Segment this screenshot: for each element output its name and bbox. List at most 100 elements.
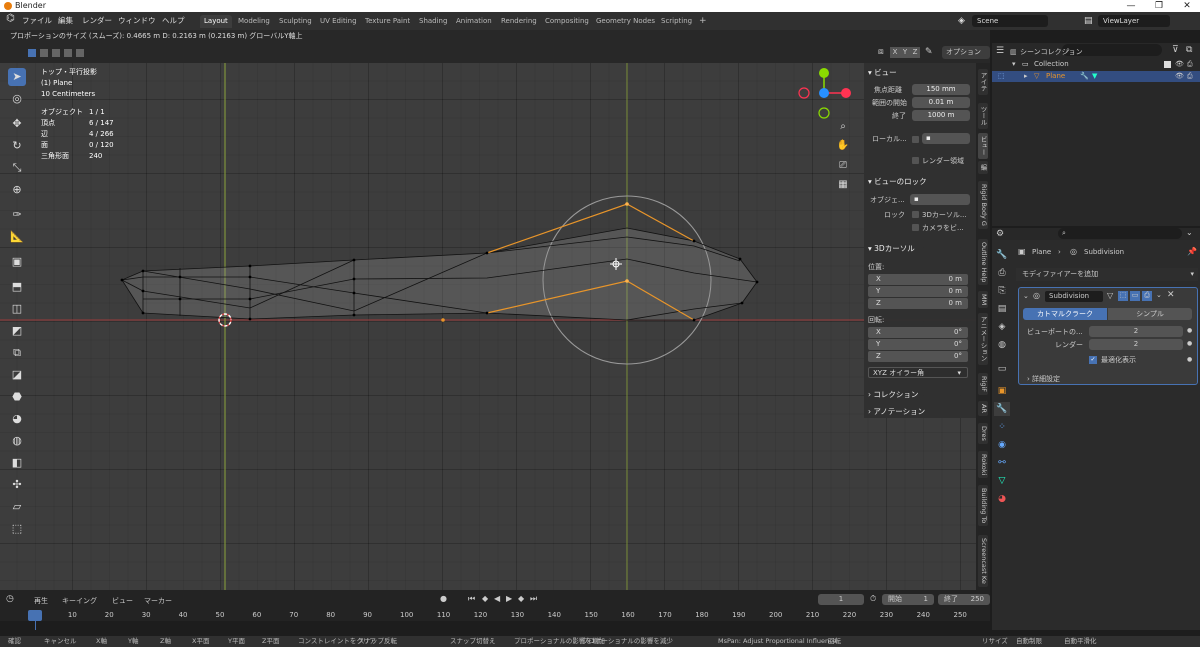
menu-window[interactable]: ウィンドウ [118, 15, 156, 27]
prev-keyframe-icon[interactable]: ◆ [482, 594, 488, 603]
record-dot-icon[interactable]: ● [440, 594, 447, 603]
scene-selector[interactable]: Scene [972, 15, 1048, 27]
tab-layout[interactable]: Layout [200, 15, 232, 28]
next-keyframe-icon[interactable]: ◆ [518, 594, 524, 603]
render-camera-icon[interactable]: ⎙ [1187, 59, 1193, 70]
play-reverse-icon[interactable]: ◀ [494, 594, 500, 603]
rip-tool-icon[interactable]: ⬚ [8, 520, 26, 538]
menu-playback[interactable]: 再生 [34, 596, 48, 606]
bevel-tool-icon[interactable]: ◩ [8, 322, 26, 340]
visibility-eye-icon[interactable]: 👁 [1175, 71, 1184, 82]
measure-tool-icon[interactable]: 📐 [8, 228, 26, 246]
rotate-tool-icon[interactable]: ↻ [8, 137, 26, 155]
tab-compositing[interactable]: Compositing [541, 15, 593, 28]
keyframe-dot-icon[interactable]: ● [1187, 340, 1192, 347]
local-camera-checkbox[interactable] [912, 136, 919, 143]
focal-length-field[interactable]: 150 mm [912, 84, 970, 95]
particles-tab-icon[interactable]: ⁘ [994, 420, 1010, 434]
cursor-rotation-x[interactable]: X 0° [868, 327, 968, 338]
3d-viewport[interactable]: トップ・平行投影 (1) Plane 10 Centimeters オブジェクト… [0, 63, 990, 590]
section-view-lock[interactable]: ▾ ビューのロック [868, 176, 927, 187]
tab-texture-paint[interactable]: Texture Paint [361, 15, 414, 28]
menu-marker[interactable]: マーカー [144, 596, 172, 606]
playhead[interactable] [28, 610, 42, 621]
exclude-checkbox[interactable] [1164, 61, 1171, 68]
current-frame-field[interactable]: 1 [818, 594, 864, 605]
view-layer-selector[interactable]: ViewLayer [1098, 15, 1170, 27]
rotation-mode-dropdown[interactable]: XYZ オイラー角 ▾ [868, 367, 968, 378]
options-dropdown[interactable]: オプション ▾ [942, 46, 990, 69]
shrink-fatten-icon[interactable]: ✣ [8, 476, 26, 494]
tab-geometry-nodes[interactable]: Geometry Nodes [592, 15, 659, 28]
sidebar-tab-screencast-keys[interactable]: Screencast Ke [978, 535, 988, 587]
output-tab-icon[interactable]: ⎘ [994, 284, 1010, 298]
menu-file[interactable]: ファイル [22, 15, 52, 27]
sidebar-tab-edit[interactable]: 編 [978, 161, 988, 174]
stopwatch-icon[interactable]: ⏱ [870, 594, 876, 604]
end-frame-field[interactable]: 終了 250 [938, 594, 990, 605]
zoom-icon[interactable]: ⌕ [836, 120, 850, 134]
tab-animation[interactable]: Animation [452, 15, 496, 28]
expand-chevron-icon[interactable]: ⌄ [1186, 228, 1193, 237]
modifier-name-input[interactable]: Subdivision [1045, 291, 1103, 302]
tab-modeling[interactable]: Modeling [234, 15, 274, 28]
poly-build-icon[interactable]: ⬣ [8, 388, 26, 406]
shear-tool-icon[interactable]: ▱ [8, 498, 26, 516]
transform-tool-icon[interactable]: ⊕ [8, 181, 26, 199]
sidebar-tab-building-tools[interactable]: Building To [978, 485, 988, 527]
move-tool-icon[interactable]: ✥ [8, 115, 26, 133]
select-mode-new-icon[interactable] [28, 49, 36, 57]
select-mode-extend-icon[interactable] [40, 49, 48, 57]
sidebar-tab-animation[interactable]: アニメーション [978, 313, 988, 365]
render-toggle-icon[interactable]: ⎙ [1142, 291, 1152, 301]
close-icon[interactable]: ✕ [1174, 0, 1200, 12]
minimize-icon[interactable]: — [1118, 0, 1144, 12]
material-tab-icon[interactable]: ◕ [994, 492, 1010, 506]
modifier-tab-icon[interactable]: 🔧 [994, 402, 1010, 416]
knife-tool-icon[interactable]: ◪ [8, 366, 26, 384]
add-cube-icon[interactable]: ▣ [8, 253, 26, 271]
visibility-eye-icon[interactable]: 👁 [1175, 59, 1184, 70]
select-mode-invert-icon[interactable] [64, 49, 72, 57]
outliner-row-collection[interactable]: ▾ ▭ Collection 👁 ⎙ [992, 59, 1200, 70]
constraints-tab-icon[interactable]: ⚯ [994, 456, 1010, 470]
sidebar-tab-mm[interactable]: MM [978, 291, 988, 309]
select-mode-intersect-icon[interactable] [76, 49, 84, 57]
tab-sculpting[interactable]: Sculpting [275, 15, 316, 28]
collapse-arrow-icon[interactable]: ⌄ [1023, 292, 1029, 300]
pin-icon[interactable]: 📌 [1187, 247, 1197, 256]
cursor-location-z[interactable]: Z0 m [868, 298, 968, 309]
object-tab-icon[interactable]: ▣ [994, 384, 1010, 398]
collection-tab-icon[interactable]: ▭ [994, 362, 1010, 376]
cursor-rotation-z[interactable]: Z 0° [868, 351, 968, 362]
cursor-location-y[interactable]: Y0 m [868, 286, 968, 297]
sidebar-tab-view[interactable]: ビュー [978, 133, 988, 159]
lock-3d-cursor-checkbox[interactable] [912, 211, 919, 218]
mirror-icon[interactable]: ⧈ [878, 47, 884, 57]
lock-object-field[interactable]: ▪ [910, 194, 970, 205]
sidebar-tab-dres[interactable]: Dres [978, 423, 988, 444]
pan-hand-icon[interactable]: ✋ [836, 139, 850, 153]
section-collection[interactable]: › コレクション [868, 389, 918, 400]
sidebar-tab-item[interactable]: アイテ [978, 69, 988, 95]
extrude-tool-icon[interactable]: ⬒ [8, 278, 26, 296]
expand-arrow-icon[interactable]: ▸ [1024, 71, 1028, 82]
jump-end-icon[interactable]: ⏭ [530, 594, 537, 604]
menu-edit[interactable]: 編集 [58, 15, 73, 27]
start-frame-field[interactable]: 開始 1 [882, 594, 934, 605]
sidebar-tab-outline-help[interactable]: Outline Help [978, 239, 988, 286]
remove-modifier-icon[interactable]: ✕ [1167, 290, 1175, 300]
brush-icon[interactable]: ✎ [925, 47, 933, 57]
expand-arrow-icon[interactable]: ▾ [1012, 59, 1016, 70]
catmull-clark-button[interactable]: カトマルクラーク [1023, 308, 1107, 320]
timeline-track[interactable] [0, 621, 990, 630]
editor-type-icon[interactable]: ⚙ [996, 229, 1004, 239]
spin-tool-icon[interactable]: ◕ [8, 410, 26, 428]
loop-cut-icon[interactable]: ⧉ [8, 344, 26, 362]
cursor-location-x[interactable]: X0 m [868, 274, 968, 285]
keyframe-dot-icon[interactable]: ● [1187, 356, 1192, 363]
cursor-tool-icon[interactable]: ◎ [8, 90, 26, 108]
clip-start-field[interactable]: 0.01 m [912, 97, 970, 108]
sidebar-tab-rokoki[interactable]: Rokoki [978, 451, 988, 479]
edit-mode-icon[interactable]: ⬚ [998, 71, 1005, 82]
